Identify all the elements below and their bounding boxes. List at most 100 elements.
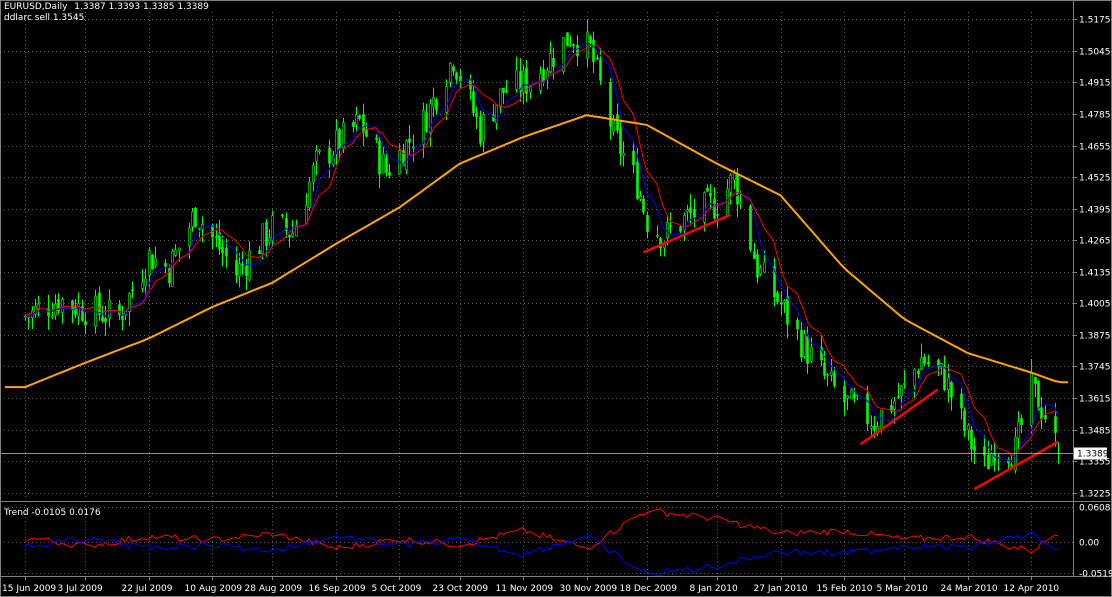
- price-tick-label: 1.4005: [1079, 300, 1111, 310]
- price-tick-label: 1.4655: [1079, 143, 1111, 153]
- candle-body: [335, 130, 338, 155]
- candle-body: [947, 377, 950, 391]
- candle-body: [800, 330, 803, 358]
- candle-body: [84, 321, 87, 326]
- candle-body: [870, 426, 873, 429]
- candle-body: [1040, 407, 1043, 420]
- time-tick-label: 8 Jan 2010: [690, 584, 738, 594]
- candle-body: [917, 371, 920, 374]
- price-tick-label: 1.4135: [1079, 269, 1111, 279]
- candle-body: [248, 250, 251, 280]
- candle-body: [616, 114, 619, 131]
- candle-body: [880, 409, 883, 431]
- time-tick-label: 27 Jan 2010: [754, 584, 808, 594]
- candle-body: [151, 254, 154, 270]
- price-tick-label: 1.3485: [1079, 427, 1111, 437]
- time-tick-label: 22 Jul 2009: [122, 584, 173, 594]
- candle-body: [893, 400, 896, 410]
- candle-body: [268, 237, 271, 243]
- candle-body: [572, 44, 575, 47]
- candle-body: [963, 410, 966, 432]
- candle-body: [592, 39, 595, 62]
- chart: 1.5175 1.5045 1.4915 1.4785 1.4655 1.4525 1.43…: [0, 0, 1112, 597]
- price-tick-label: 1.3225: [1079, 490, 1111, 500]
- trend-indicator-label: Trend -0.0105 0.0176: [4, 508, 101, 518]
- candle-body: [803, 333, 806, 357]
- candle-body: [194, 207, 197, 227]
- trend-tick-label: 0.00: [1079, 539, 1099, 549]
- candle-body: [1037, 380, 1040, 411]
- candle-body: [666, 221, 669, 239]
- candle-body: [759, 267, 762, 275]
- candle-body: [445, 86, 448, 113]
- candle-body: [689, 207, 692, 214]
- candle-body: [897, 395, 900, 398]
- candle-body: [1020, 418, 1023, 426]
- symbol-label: EURUSD,Daily: [4, 2, 68, 12]
- candle-body: [642, 198, 645, 213]
- price-tick-label: 1.4395: [1079, 206, 1111, 216]
- candle-body: [632, 150, 635, 166]
- price-tick-label: 1.3745: [1079, 363, 1111, 373]
- candle-body: [459, 75, 462, 82]
- candle-body: [352, 121, 355, 128]
- candle-body: [475, 113, 478, 118]
- candle-body: [245, 265, 248, 276]
- candle-body: [713, 198, 716, 219]
- candle-body: [706, 187, 709, 192]
- candle-body: [990, 453, 993, 466]
- candle-body: [693, 209, 696, 218]
- candle-body: [308, 181, 311, 208]
- candle-body: [121, 315, 124, 320]
- candle-body: [235, 260, 238, 276]
- candle-body: [258, 250, 261, 255]
- candle-body: [472, 91, 475, 114]
- candle-body: [1010, 464, 1013, 467]
- candle-body: [174, 249, 177, 256]
- candle-body: [148, 250, 151, 276]
- candle-body: [753, 251, 756, 260]
- candle-body: [104, 318, 107, 322]
- price-tick-label: 1.4525: [1079, 174, 1111, 184]
- candle-body: [452, 66, 455, 72]
- candle-body: [776, 292, 779, 303]
- candle-body: [291, 232, 294, 237]
- candle-body: [358, 115, 361, 120]
- candle-body: [318, 149, 321, 152]
- candle-body: [927, 361, 930, 365]
- current-price-label: 1.3389: [1077, 450, 1109, 460]
- candle-body: [98, 292, 101, 315]
- candle-body: [729, 174, 732, 193]
- candle-body: [1017, 421, 1020, 439]
- candle-body: [77, 303, 80, 316]
- time-tick-label: 16 Sep 2009: [309, 584, 366, 594]
- candle-body: [967, 424, 970, 431]
- price-tick-label: 1.5045: [1079, 48, 1111, 58]
- candle-body: [703, 192, 706, 223]
- candle-body: [215, 236, 218, 238]
- candle-body: [495, 105, 498, 124]
- candle-body: [833, 373, 836, 386]
- candle-body: [950, 381, 953, 398]
- time-tick-label: 3 Jul 2009: [58, 584, 103, 594]
- candle-body: [191, 211, 194, 227]
- candle-body: [562, 37, 565, 72]
- price-tick-label: 1.4265: [1079, 237, 1111, 247]
- candle-body: [178, 247, 181, 252]
- candle-body: [983, 446, 986, 456]
- candle-body: [502, 88, 505, 94]
- candle-body: [449, 62, 452, 83]
- candle-body: [479, 116, 482, 144]
- candle-body: [973, 445, 976, 451]
- candle-body: [455, 72, 458, 80]
- candle-body: [221, 246, 224, 254]
- candle-body: [375, 137, 378, 140]
- time-tick-label: 5 Mar 2010: [877, 584, 929, 594]
- candle-body: [71, 300, 74, 310]
- candle-body: [338, 129, 341, 150]
- time-tick-label: 10 Aug 2009: [185, 584, 243, 594]
- candle-body: [425, 112, 428, 132]
- price-tick-label: 1.5175: [1079, 16, 1111, 26]
- candle-body: [739, 201, 742, 205]
- candle-body: [552, 58, 555, 68]
